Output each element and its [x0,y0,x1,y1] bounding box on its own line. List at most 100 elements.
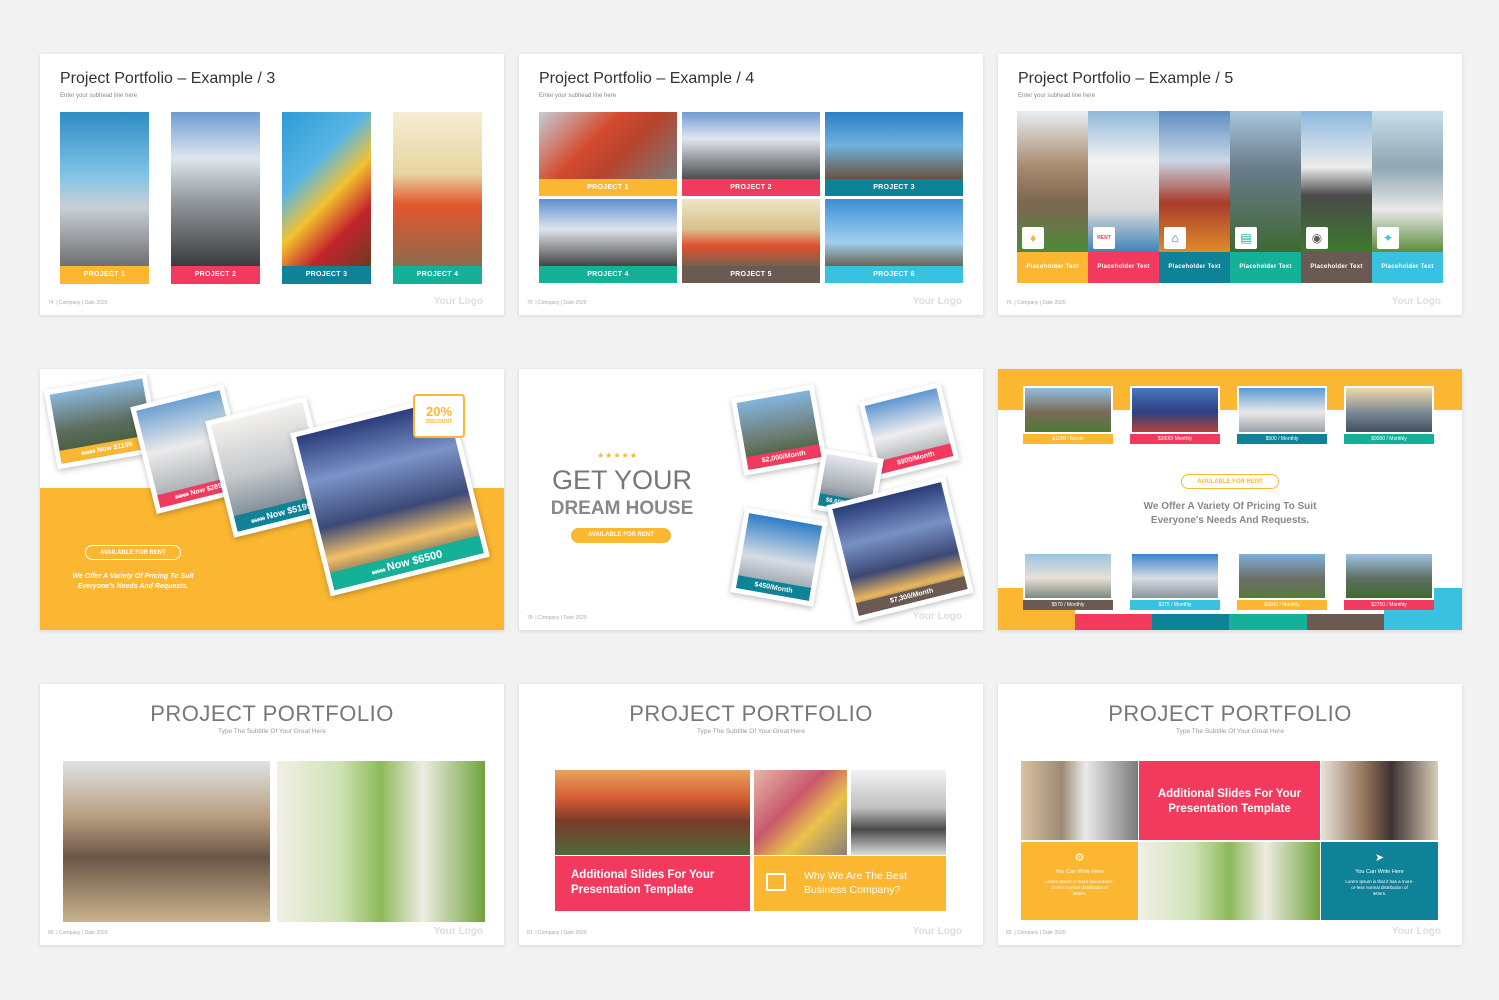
headline-line2: DREAM HOUSE [550,498,694,519]
slide-subtitle: Type The Subtitle Of Your Great Here [1176,728,1284,735]
box-additional-slides: Additional Slides For Your Presentation … [1139,761,1320,840]
discount-badge: 20% DISCOUNT [413,394,465,438]
photo-meeting-group [63,761,270,922]
slide-title: Project Portfolio – Example / 5 [1018,70,1234,87]
photo-colleagues [1321,761,1438,840]
placeholder-label: Placeholder Text [1017,252,1088,283]
slide-title: PROJECT PORTFOLIO [629,701,873,726]
photo-green-office [277,761,485,922]
photo-house-3 [1237,386,1327,434]
available-for-rent-pill[interactable]: AVAILABLE FOR RENT [1181,474,1279,489]
slide-footer: 81 | Company | Date 2020 [527,930,587,936]
project-label: PROJECT 4 [539,266,677,283]
photo-house-6 [1130,552,1220,600]
logo-placeholder: Your Logo [912,611,962,622]
house-card: $2,000/Month [730,384,828,476]
available-for-rent-pill[interactable]: AVAILABLE FOR RENT [85,545,181,560]
photo-tower-sky [682,112,820,179]
slide-footer: 80 | Company | Date 2020 [48,930,108,936]
slide-footer: 75 | Company | Date 2020 [527,300,587,306]
slide-portfolio-example-5[interactable]: Project Portfolio – Example / 5 Enter yo… [998,54,1462,315]
available-for-rent-pill[interactable]: AVAILABLE FOR RENT [571,528,671,543]
photo-house-5 [1023,552,1113,600]
project-label: PROJECT 3 [825,179,963,196]
project-label: PROJECT 1 [539,179,677,196]
logo-placeholder: Your Logo [1391,926,1441,937]
box-additional-slides: Additional Slides For Your Presentation … [555,856,750,911]
photo-cranes-blue [825,112,963,179]
price-label: $500 / Monthly [1237,434,1327,444]
slide-dream-house[interactable]: ★★★★★ GET YOUR DREAM HOUSE AVAILABLE FOR… [519,369,983,630]
slide-footer: 78 | Company | Date 2020 [527,615,587,621]
price-label: $1199 / Month [1023,434,1113,444]
slide-portfolio-example-3[interactable]: Project Portfolio – Example / 3 Enter yo… [40,54,504,315]
photo-train-sunset [555,770,750,855]
slide-rent-pricing[interactable]: $1199 / Month $3000/ Monthly $500 / Mont… [998,369,1462,630]
placeholder-label: Placeholder Text [1301,252,1372,283]
price-label: $570 / Monthly [1023,600,1113,610]
photo-house-2 [1130,386,1220,434]
bottom-band-brown [1307,614,1384,630]
photo-bricks [539,112,677,179]
slide-portfolio-example-4[interactable]: Project Portfolio – Example / 4 Enter yo… [519,54,983,315]
slide-project-portfolio-grid[interactable]: PROJECT PORTFOLIO Type The Subtitle Of Y… [998,684,1462,945]
gear-icon: ⚙ [1074,852,1085,864]
house-card: $450/Month [730,507,828,607]
photo-tower-clouds [539,199,677,266]
price-label: $3000/ Monthly [1130,434,1220,444]
project-label: PROJECT 3 [282,266,371,284]
photo-house-7 [1237,552,1327,600]
photo-engineer-vest [393,112,482,266]
photo-green-office [1139,842,1320,920]
price-label: $9000 / Monthly [1237,600,1327,610]
logo-placeholder: Your Logo [433,296,483,307]
slide-footer: 76 | Company | Date 2020 [1006,300,1066,306]
placeholder-label: Placeholder Text [1159,252,1230,283]
placeholder-label: Placeholder Text [1372,252,1443,283]
slide-project-portfolio-photos[interactable]: PROJECT PORTFOLIO Type The Subtitle Of Y… [40,684,504,945]
logo-placeholder: Your Logo [433,926,483,937]
rocket-icon: ➤ [1374,852,1385,864]
rent-sign-icon: RENT [1093,227,1115,249]
slide-subhead: Enter your subhead line here [60,93,138,99]
placeholder-label: Placeholder Text [1088,252,1159,283]
price-label: $2750 / Monthly [1344,600,1434,610]
photo-file-folders [754,770,847,855]
slide-discount-houses[interactable]: $1999 Now $1199 $3999 Now $2899 $6999 No… [40,369,504,630]
photo-house-4 [1344,386,1434,434]
map-pin-icon: ◉ [1306,227,1328,249]
slide-title: PROJECT PORTFOLIO [150,701,394,726]
photo-tunnel-man [1021,761,1138,840]
slide-subtitle: Type The Subtitle Of Your Great Here [218,728,326,735]
bottom-band-pink [1075,614,1152,630]
project-label: PROJECT 1 [60,266,149,284]
headline-line1: GET YOUR [551,465,693,495]
project-label: PROJECT 2 [171,266,260,284]
logo-placeholder: Your Logo [912,296,962,307]
tag-icon: ♦ [1022,227,1044,249]
card-teal: ➤ You Can Write Here Lorem Ipsum is that… [1321,842,1438,920]
slide-subhead: Enter your subhead line here [539,93,617,99]
placeholder-label: Placeholder Text [1230,252,1301,283]
slide-title: PROJECT PORTFOLIO [1108,701,1352,726]
slide-project-portfolio-boxes[interactable]: PROJECT PORTFOLIO Type The Subtitle Of Y… [519,684,983,945]
project-label: PROJECT 2 [682,179,820,196]
photo-worker-helmet [282,112,371,266]
price-label: $9000 / Monthly [1344,434,1434,444]
box-why-best: Why We Are The Best Business Company? [754,856,946,911]
bottom-band-green [1229,614,1307,630]
photo-house-1 [1023,386,1113,434]
photo-team-table [851,770,946,855]
description: We Offer A Variety Of Pricing To Suit Ev… [1143,501,1317,526]
photo-crane-building [60,112,149,266]
photo-cranes-sky [825,199,963,266]
project-label: PROJECT 5 [682,266,820,283]
logo-placeholder: Your Logo [1391,296,1441,307]
logo-placeholder: Your Logo [912,926,962,937]
house-location-icon: ⌂ [1164,227,1186,249]
slide-title: Project Portfolio – Example / 3 [60,70,276,87]
project-label: PROJECT 4 [393,266,482,284]
slide-subtitle: Type The Subtitle Of Your Great Here [697,728,805,735]
bottom-band-teal [1152,614,1229,630]
photo-house-8 [1344,552,1434,600]
